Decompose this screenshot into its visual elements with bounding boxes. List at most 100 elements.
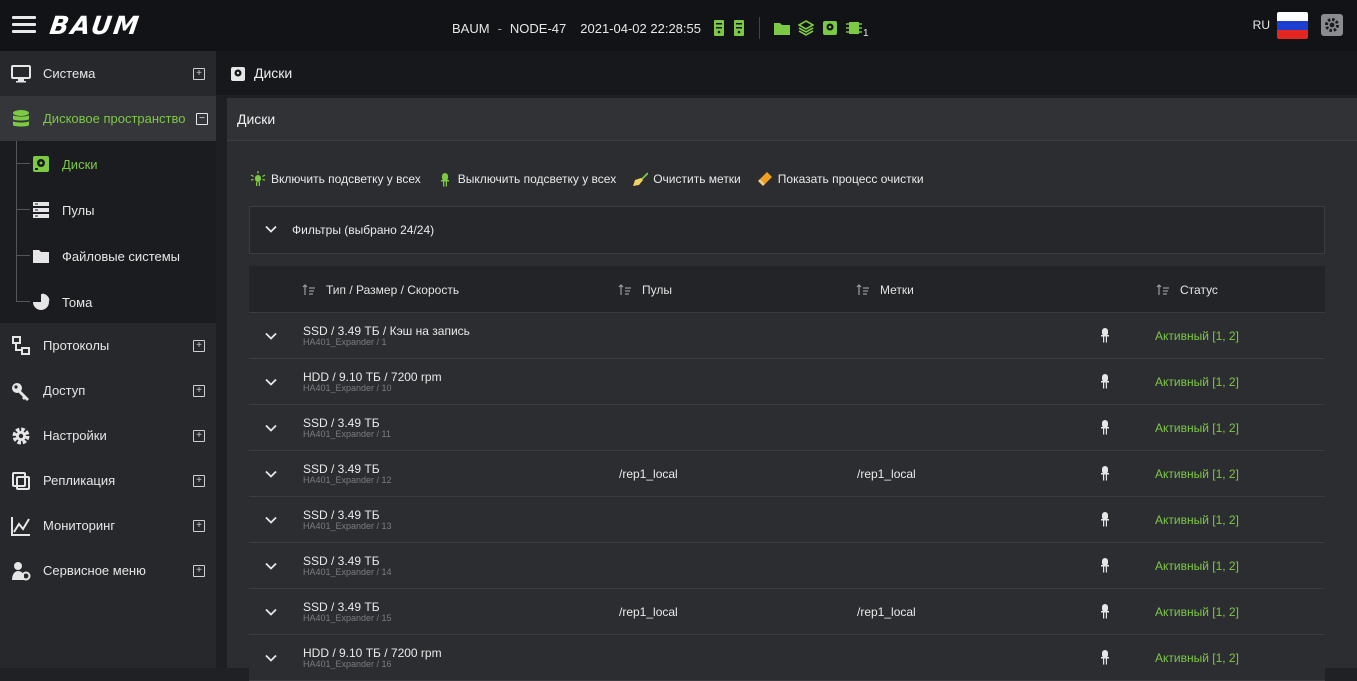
language-code[interactable]: RU <box>1253 18 1270 32</box>
led-toggle-icon[interactable] <box>1098 603 1112 619</box>
sidebar-item-label: Доступ <box>43 383 86 398</box>
column-label: Метки <box>880 283 914 297</box>
folder-status-icon[interactable] <box>773 21 790 35</box>
expand-icon[interactable]: + <box>193 475 205 487</box>
column-pools-header[interactable]: Пулы <box>618 283 672 297</box>
table-row[interactable]: SSD / 3.49 ТБ HA401_Expander / 11 Активный… <box>249 405 1325 451</box>
sidebar-item-protocols[interactable]: Протоколы + <box>0 323 216 368</box>
column-type-header[interactable]: Тип / Размер / Скорость <box>302 283 459 297</box>
disks-table: Тип / Размер / Скорость Пулы Метки Стату… <box>249 266 1325 681</box>
sidebar-item-replication[interactable]: Репликация + <box>0 458 216 503</box>
led-toggle-icon[interactable] <box>1098 465 1112 481</box>
action-label: Выключить подсветку у всех <box>457 172 617 186</box>
disk-label: /rep1_local <box>857 467 916 481</box>
column-labels-header[interactable]: Метки <box>856 283 914 297</box>
chevron-down-icon[interactable] <box>265 330 277 342</box>
chevron-down-icon[interactable] <box>265 376 277 388</box>
sidebar-submenu: Диски Пулы Файловые системы Тома <box>0 141 216 323</box>
led-toggle-icon[interactable] <box>1098 373 1112 389</box>
clear-labels-button[interactable]: Очистить метки <box>632 171 741 187</box>
table-row[interactable]: SSD / 3.49 ТБ HA401_Expander / 12/rep1_lo… <box>249 451 1325 497</box>
disk-type: SSD / 3.49 ТБ <box>303 462 380 476</box>
page-title: Диски <box>254 65 293 81</box>
disk-icon <box>231 67 245 81</box>
disk-status: Активный [1, 2] <box>1155 421 1239 435</box>
led-toggle-icon[interactable] <box>1098 649 1112 665</box>
sidebar-subitem-disks[interactable]: Диски <box>0 141 216 187</box>
chevron-down-icon[interactable] <box>265 652 277 664</box>
expand-icon[interactable]: + <box>193 520 205 532</box>
sidebar-item-settings[interactable]: Настройки + <box>0 413 216 458</box>
led-toggle-icon[interactable] <box>1098 419 1112 435</box>
server-status-icon[interactable] <box>713 20 725 36</box>
pool-icon <box>33 202 49 218</box>
disk-status-icon[interactable] <box>822 20 838 36</box>
chip-status[interactable]: 1 <box>845 20 869 39</box>
sidebar-subitem-volumes[interactable]: Тома <box>0 279 216 325</box>
disk-location: HA401_Expander / 15 <box>303 613 392 623</box>
panel-header: Диски <box>227 98 1357 141</box>
settings-gear-icon[interactable] <box>1321 14 1343 36</box>
layers-status-icon[interactable] <box>797 20 814 36</box>
sidebar-subitem-label: Тома <box>62 295 93 310</box>
disk-location: HA401_Expander / 12 <box>303 475 392 485</box>
server-status-icon-2[interactable] <box>733 20 745 36</box>
sidebar-subitem-pools[interactable]: Пулы <box>0 187 216 233</box>
chevron-down-icon[interactable] <box>265 468 277 480</box>
led-toggle-icon[interactable] <box>1098 557 1112 573</box>
chip-icon <box>845 22 862 34</box>
disk-location: HA401_Expander / 11 <box>303 429 391 439</box>
table-row[interactable]: HDD / 9.10 ТБ / 7200 rpm HA401_Expander /… <box>249 635 1325 681</box>
column-label: Пулы <box>642 283 672 297</box>
page-header: Диски <box>216 51 1357 95</box>
disk-status: Активный [1, 2] <box>1155 375 1239 389</box>
action-bar: Включить подсветку у всех Выключить подс… <box>250 171 940 187</box>
chevron-down-icon[interactable] <box>265 514 277 526</box>
sidebar-item-label: Репликация <box>43 473 116 488</box>
sidebar-subitem-filesystems[interactable]: Файловые системы <box>0 233 216 279</box>
chevron-down-icon[interactable] <box>265 422 277 434</box>
show-cleanup-process-button[interactable]: Показать процесс очистки <box>757 171 924 187</box>
expand-icon[interactable]: + <box>193 340 205 352</box>
copy-icon <box>12 472 30 490</box>
sidebar-item-label: Настройки <box>43 428 107 443</box>
chevron-down-icon[interactable] <box>265 560 277 572</box>
table-row[interactable]: SSD / 3.49 ТБ HA401_Expander / 15/rep1_lo… <box>249 589 1325 635</box>
sidebar-item-system[interactable]: Система + <box>0 51 216 96</box>
action-label: Очистить метки <box>653 172 741 186</box>
sidebar-subitem-label: Файловые системы <box>62 249 181 264</box>
menu-icon[interactable] <box>12 16 36 34</box>
expand-icon[interactable]: + <box>193 68 205 80</box>
chip-count: 1 <box>862 28 869 39</box>
collapse-icon[interactable]: − <box>196 113 208 125</box>
sidebar-item-service-menu[interactable]: Сервисное меню + <box>0 548 216 593</box>
column-status-header[interactable]: Статус <box>1156 283 1218 297</box>
led-toggle-icon[interactable] <box>1098 511 1112 527</box>
expand-icon[interactable]: + <box>193 385 205 397</box>
sidebar-item-access[interactable]: Доступ + <box>0 368 216 413</box>
table-row[interactable]: SSD / 3.49 ТБ / Кэш на запись HA401_Expan… <box>249 313 1325 359</box>
disk-icon <box>33 156 49 172</box>
database-icon <box>13 110 29 127</box>
enable-all-leds-button[interactable]: Включить подсветку у всех <box>250 171 421 187</box>
node-info: BAUM - NODE-47 2021-04-02 22:28:55 1 <box>452 17 869 39</box>
filters-toggle[interactable]: Фильтры (выбрано 24/24) <box>249 206 1325 254</box>
language-flag-icon[interactable] <box>1277 12 1308 39</box>
chevron-down-icon[interactable] <box>265 606 277 618</box>
sidebar-item-disk-space[interactable]: Дисковое пространство − <box>0 96 216 141</box>
expand-icon[interactable]: + <box>193 565 205 577</box>
sidebar-item-monitoring[interactable]: Мониторинг + <box>0 503 216 548</box>
disk-type: SSD / 3.49 ТБ <box>303 508 380 522</box>
disk-type: SSD / 3.49 ТБ <box>303 600 380 614</box>
led-toggle-icon[interactable] <box>1098 327 1112 343</box>
table-row[interactable]: SSD / 3.49 ТБ HA401_Expander / 14 Активный… <box>249 543 1325 589</box>
disable-all-leds-button[interactable]: Выключить подсветку у всех <box>437 171 616 187</box>
sidebar-item-label: Протоколы <box>43 338 110 353</box>
table-row[interactable]: HDD / 9.10 ТБ / 7200 rpm HA401_Expander /… <box>249 359 1325 405</box>
top-bar: BAUM BAUM - NODE-47 2021-04-02 22:28:55 … <box>0 0 1357 51</box>
sidebar-item-label: Сервисное меню <box>43 563 146 578</box>
expand-icon[interactable]: + <box>193 430 205 442</box>
table-row[interactable]: SSD / 3.49 ТБ HA401_Expander / 13 Активный… <box>249 497 1325 543</box>
disk-location: HA401_Expander / 13 <box>303 521 392 531</box>
disk-location: HA401_Expander / 1 <box>303 337 387 347</box>
